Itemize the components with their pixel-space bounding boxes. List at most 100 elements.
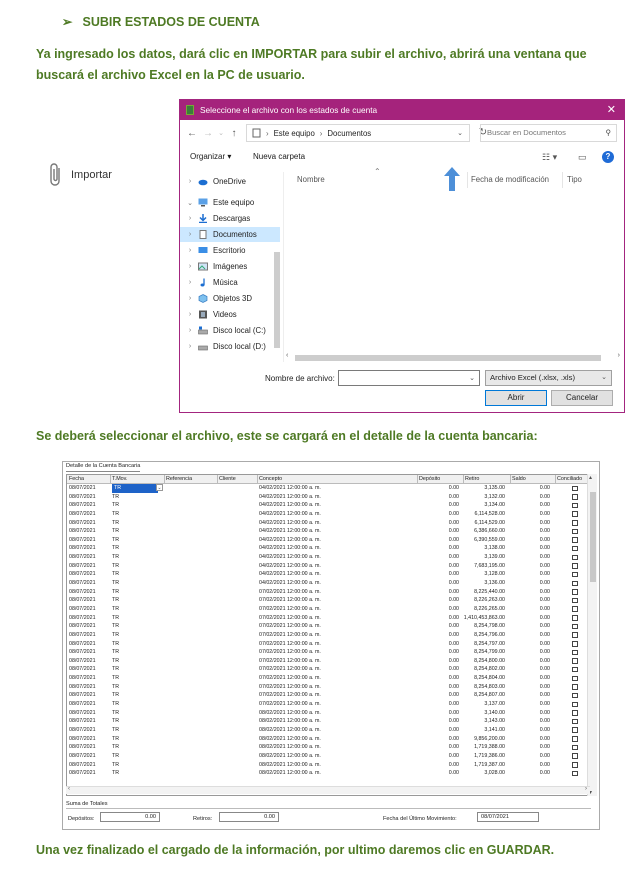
table-row[interactable]: 08/07/2021 TR 07/02/2021 12:00:00 a. m. 0.0…	[67, 614, 589, 623]
conciliado-checkbox[interactable]	[572, 606, 578, 612]
table-row[interactable]: 08/07/2021 TR 04/02/2021 12:00:00 a. m. 0.0…	[67, 570, 589, 579]
conciliado-checkbox[interactable]	[572, 762, 578, 768]
table-row[interactable]: 08/07/2021 TR 07/02/2021 12:00:00 a. m. 0.0…	[67, 588, 589, 597]
conciliado-checkbox[interactable]	[572, 744, 578, 751]
table-row[interactable]: 08/07/2021 TR 04/02/2021 12:00:00 a. m. 0.0…	[67, 493, 589, 502]
conciliado-checkbox[interactable]	[572, 649, 578, 656]
conciliado-checkbox[interactable]	[572, 520, 578, 526]
nav-item-objetos-3d[interactable]: › Objetos 3D	[180, 291, 280, 306]
column-modified[interactable]: Fecha de modificación	[471, 175, 549, 184]
conciliado-checkbox[interactable]	[572, 675, 578, 682]
filetype-select[interactable]: Archivo Excel (.xlsx, .xls) ⌄	[485, 370, 612, 386]
header-cliente[interactable]: Cliente	[219, 476, 236, 482]
conciliado-checkbox[interactable]	[572, 632, 578, 638]
table-row[interactable]: 08/07/2021 TR 04/02/2021 12:00:00 a. m. 0.0…	[67, 527, 589, 536]
importar-button[interactable]: Importar	[47, 162, 112, 188]
conciliado-checkbox[interactable]	[572, 563, 578, 569]
up-arrow-icon[interactable]: ↑	[226, 128, 242, 139]
organize-button[interactable]: Organizar ▾	[190, 152, 231, 161]
nav-item-disco-c[interactable]: › Disco local (C:)	[180, 323, 280, 338]
conciliado-checkbox[interactable]	[572, 753, 578, 759]
conciliado-checkbox[interactable]	[572, 666, 578, 673]
scroll-up-icon[interactable]: ▴	[589, 474, 592, 481]
nav-item-escritorio[interactable]: › Escritorio	[180, 243, 280, 258]
conciliado-checkbox[interactable]	[572, 684, 578, 690]
scroll-thumb[interactable]	[295, 355, 601, 361]
nav-item-este-equipo[interactable]: ⌄ Este equipo	[180, 195, 280, 210]
conciliado-checkbox[interactable]	[572, 718, 578, 725]
conciliado-checkbox[interactable]	[572, 502, 578, 509]
header-referencia[interactable]: Referencia	[166, 476, 192, 482]
table-row[interactable]: 08/07/2021 TR 08/02/2021 12:00:00 a. m. 0.0…	[67, 743, 589, 752]
table-horizontal-scrollbar[interactable]: ‹ ›	[66, 786, 590, 794]
conciliado-checkbox[interactable]	[572, 658, 578, 664]
conciliado-checkbox[interactable]	[572, 736, 578, 742]
conciliado-checkbox[interactable]	[572, 580, 578, 587]
view-options-icon[interactable]: ☷ ▾	[542, 152, 557, 163]
scroll-left-icon[interactable]: ‹	[286, 352, 288, 359]
depositos-field[interactable]: 0.00	[100, 812, 160, 822]
forward-arrow-icon[interactable]: →	[200, 128, 216, 139]
address-bar[interactable]: › Este equipo › Documentos ⌄	[246, 124, 470, 142]
conciliado-checkbox[interactable]	[572, 727, 578, 733]
conciliado-checkbox[interactable]	[572, 597, 578, 604]
conciliado-checkbox[interactable]	[572, 623, 578, 630]
table-row[interactable]: 08/07/2021 TR 08/02/2021 12:00:00 a. m. 0.0…	[67, 752, 589, 761]
chevron-down-icon[interactable]: ⌄	[457, 129, 463, 137]
conciliado-checkbox[interactable]	[572, 701, 578, 708]
header-retiro[interactable]: Retiro	[465, 476, 479, 482]
table-row[interactable]: 08/07/2021 TR 07/02/2021 12:00:00 a. m. 0.0…	[67, 605, 589, 614]
header-saldo[interactable]: Saldo	[512, 476, 526, 482]
file-list-scrollbar[interactable]: ‹ ›	[284, 352, 624, 363]
table-row[interactable]: 08/07/2021 TR 07/02/2021 12:00:00 a. m. 0.0…	[67, 700, 589, 709]
conciliado-checkbox[interactable]	[572, 545, 578, 552]
table-row[interactable]: 08/07/2021 TR 04/02/2021 12:00:00 a. m. 0.0…	[67, 562, 589, 571]
conciliado-checkbox[interactable]	[572, 485, 578, 491]
conciliado-checkbox[interactable]	[572, 511, 578, 517]
filename-input[interactable]: ⌄	[338, 370, 480, 386]
table-row[interactable]: 08/07/2021 TR 08/02/2021 12:00:00 a. m. 0.0…	[67, 761, 589, 770]
conciliado-checkbox[interactable]	[572, 571, 578, 578]
nav-scrollbar[interactable]	[272, 172, 282, 358]
column-type[interactable]: Tipo	[567, 175, 582, 184]
table-row[interactable]: 08/07/2021 TR 04/02/2021 12:00:00 a. m. 0.0…	[67, 536, 589, 545]
nav-item-imagenes[interactable]: › Imágenes	[180, 259, 280, 274]
scroll-right-icon[interactable]: ›	[585, 786, 587, 792]
conciliado-checkbox[interactable]	[572, 554, 578, 561]
table-row[interactable]: 08/07/2021 TR 08/02/2021 12:00:00 a. m. 0.0…	[67, 709, 589, 718]
retiros-field[interactable]: 0.00	[219, 812, 279, 822]
recent-dropdown-icon[interactable]: ⌄	[216, 129, 226, 137]
scroll-right-icon[interactable]: ›	[618, 352, 620, 359]
table-row[interactable]: 08/07/2021 TR 04/02/2021 12:00:00 a. m. 0.0…	[67, 553, 589, 562]
header-deposito[interactable]: Depósito	[419, 476, 440, 482]
table-row[interactable]: 08/07/2021 TR 08/02/2021 12:00:00 a. m. 0.0…	[67, 769, 589, 778]
chevron-down-icon[interactable]: ⌄	[156, 484, 163, 491]
table-row[interactable]: 08/07/2021 TR 07/02/2021 12:00:00 a. m. 0.0…	[67, 691, 589, 700]
new-folder-button[interactable]: Nueva carpeta	[253, 152, 305, 161]
conciliado-checkbox[interactable]	[572, 710, 578, 716]
nav-item-videos[interactable]: › Videos	[180, 307, 280, 322]
preview-pane-icon[interactable]: ▭	[578, 152, 587, 163]
conciliado-checkbox[interactable]	[572, 537, 578, 543]
table-row[interactable]: 08/07/2021 TR 04/02/2021 12:00:00 a. m. 0.0…	[67, 579, 589, 588]
nav-item-disco-d[interactable]: › Disco local (D:)	[180, 339, 280, 354]
conciliado-checkbox[interactable]	[572, 615, 578, 621]
conciliado-checkbox[interactable]	[572, 494, 578, 500]
table-row[interactable]: 08/07/2021 TR 08/02/2021 12:00:00 a. m. 0.0…	[67, 717, 589, 726]
conciliado-checkbox[interactable]	[572, 641, 578, 647]
cancel-button[interactable]: Cancelar	[551, 390, 613, 406]
close-icon[interactable]: ✕	[607, 103, 616, 116]
open-button[interactable]: Abrir	[485, 390, 547, 406]
table-row[interactable]: 08/07/2021 TR 08/02/2021 12:00:00 a. m. 0.0…	[67, 735, 589, 744]
header-conciliado[interactable]: Conciliado	[557, 476, 582, 482]
conciliado-checkbox[interactable]	[572, 770, 578, 777]
header-fecha[interactable]: Fecha	[69, 476, 84, 482]
table-row[interactable]: 08/07/2021 TR 07/02/2021 12:00:00 a. m. 0.0…	[67, 657, 589, 666]
table-row[interactable]: 08/07/2021 TR 04/02/2021 12:00:00 a. m. 0.0…	[67, 501, 589, 510]
nav-item-musica[interactable]: › Música	[180, 275, 280, 290]
header-tmov[interactable]: T.Mov.	[112, 476, 127, 482]
conciliado-checkbox[interactable]	[572, 528, 578, 535]
table-vertical-scrollbar[interactable]: ▴ ▾	[587, 474, 597, 796]
table-row[interactable]: 08/07/2021 TR 07/02/2021 12:00:00 a. m. 0.0…	[67, 631, 589, 640]
breadcrumb-documentos[interactable]: Documentos	[327, 129, 371, 138]
